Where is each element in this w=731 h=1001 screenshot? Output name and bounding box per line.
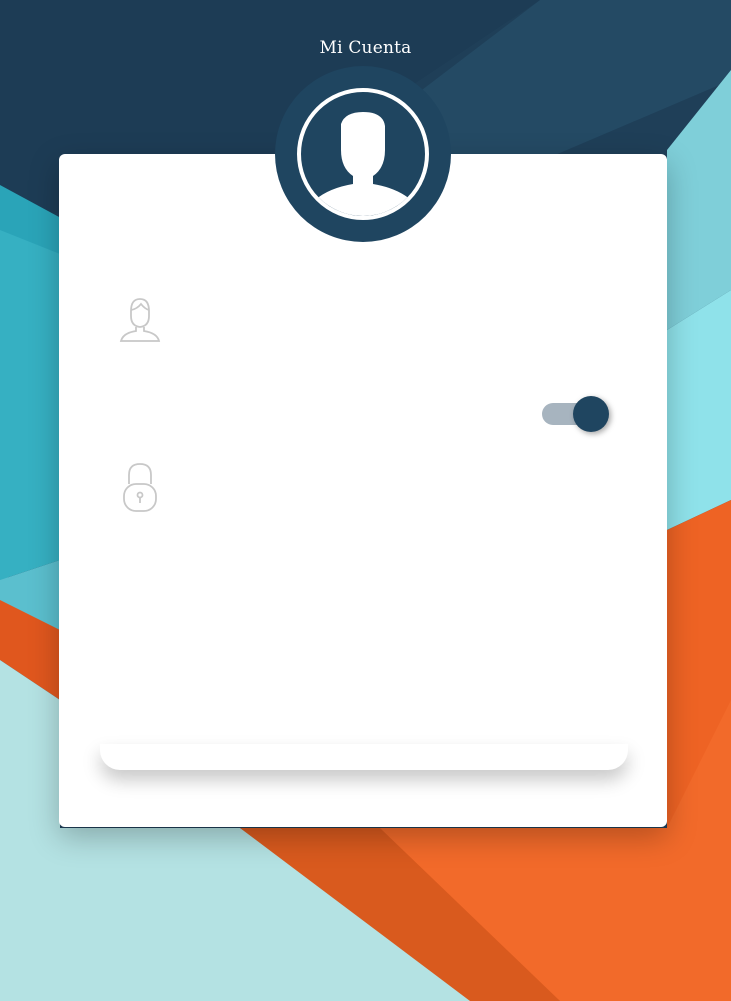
form-panel-shadow [100, 744, 628, 770]
username-field[interactable] [196, 300, 496, 340]
user-outline-icon [119, 298, 161, 342]
page-title: Mi Cuenta [319, 38, 412, 58]
user-silhouette-icon [315, 112, 411, 216]
remember-toggle[interactable] [542, 394, 614, 434]
avatar[interactable] [297, 88, 429, 220]
lock-icon [123, 463, 157, 512]
screen: Mi Cuenta [0, 0, 731, 1001]
toggle-knob[interactable] [573, 396, 609, 432]
